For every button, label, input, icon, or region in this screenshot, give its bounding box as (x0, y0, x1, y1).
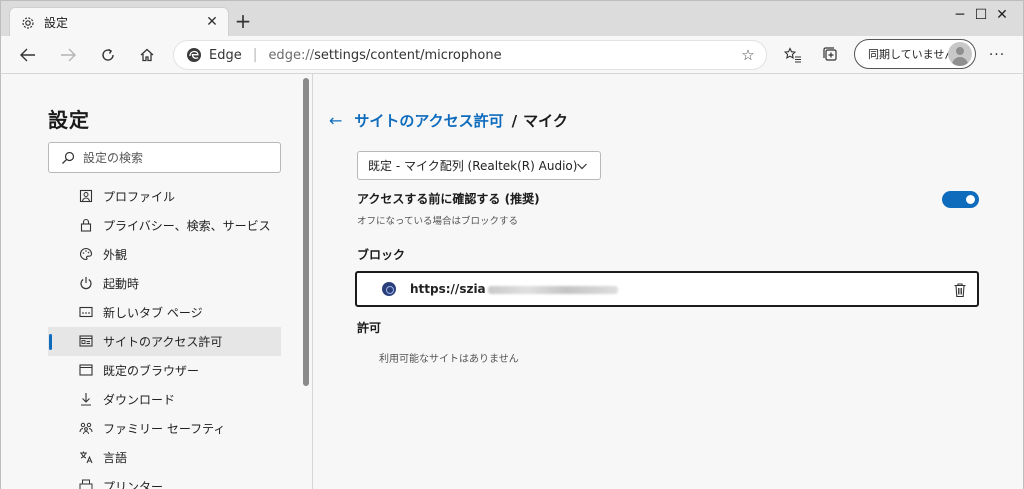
sidebar-item-newtab[interactable]: 新しいタブ ページ (48, 298, 281, 327)
toolbar: Edge | edge://settings/content/microphon… (0, 36, 1024, 74)
back-arrow-icon (20, 48, 35, 62)
address-separator: | (252, 47, 258, 63)
sidebar-item-label: 起動時 (103, 277, 140, 291)
sidebar-item-privacy[interactable]: プライバシー、検索、サービス (48, 211, 281, 240)
search-input[interactable] (83, 150, 263, 165)
sidebar-item-label: ファミリー セーフティ (103, 422, 226, 436)
settings-title: 設定 (48, 108, 90, 132)
back-arrow-icon[interactable]: ← (329, 111, 342, 130)
download-icon (79, 392, 93, 406)
allow-heading: 許可 (357, 321, 382, 335)
microphone-device-select[interactable]: 既定 - マイク配列 (Realtek(R) Audio) (357, 151, 601, 180)
language-icon (79, 450, 93, 464)
profile-sync-button[interactable]: 同期していません (854, 39, 976, 69)
title-bar: 設定 ✕ + ─ ☐ ✕ (0, 0, 1024, 37)
sidebar-item-appearance[interactable]: 外観 (48, 240, 281, 269)
favorite-star-icon[interactable]: ☆ (740, 46, 756, 64)
sidebar-item-label: サイトのアクセス許可 (103, 335, 223, 349)
trash-icon[interactable] (953, 282, 967, 298)
maximize-button[interactable]: ☐ (943, 3, 988, 27)
sidebar-item-label: 言語 (103, 451, 128, 465)
sidebar-item-languages[interactable]: 言語 (48, 443, 281, 472)
sync-label: 同期していません (868, 48, 956, 61)
block-heading: ブロック (357, 248, 406, 262)
site-permissions-icon (79, 334, 93, 348)
sidebar-item-label: 既定のブラウザー (103, 364, 200, 378)
browser-icon (79, 363, 93, 377)
tab-title: 設定 (44, 16, 69, 30)
settings-sidebar: 設定 プロファイル プライバシー、検索、サービス 外観 起動時 (1, 74, 301, 489)
refresh-icon (102, 48, 114, 61)
page-title: マイク (523, 112, 568, 130)
palette-icon (79, 247, 93, 261)
url-scheme: edge:// (268, 47, 315, 63)
forward-arrow-icon (61, 48, 76, 62)
avatar (948, 42, 972, 66)
sidebar-item-label: 外観 (103, 248, 128, 262)
toggle-knob (966, 195, 975, 204)
sidebar-item-default-browser[interactable]: 既定のブラウザー (48, 356, 281, 385)
collections-icon (823, 47, 837, 61)
url-path: settings/content/microphone (314, 47, 502, 63)
ask-before-access-subtitle: オフになっている場合はブロックする (357, 216, 519, 227)
breadcrumb-parent-link[interactable]: サイトのアクセス許可 (354, 110, 503, 131)
sidebar-item-printers[interactable]: プリンター (48, 472, 281, 489)
allow-empty-message: 利用可能なサイトはありません (379, 354, 519, 365)
sidebar-item-label: プライバシー、検索、サービス (103, 219, 271, 233)
microphone-settings: ← サイトのアクセス許可 / マイク 既定 - マイク配列 (Realtek(R… (313, 74, 1023, 489)
sidebar-scrollbar[interactable] (303, 78, 309, 386)
search-icon (62, 151, 75, 164)
home-button[interactable] (134, 43, 160, 67)
sidebar-item-label: ダウンロード (103, 393, 176, 407)
favorites-list-icon (784, 47, 801, 63)
breadcrumb: ← サイトのアクセス許可 / マイク (329, 110, 568, 131)
more-menu-button[interactable]: ··· (984, 43, 1010, 67)
sidebar-item-startup[interactable]: 起動時 (48, 269, 281, 298)
close-window-button[interactable]: ✕ (983, 3, 1021, 27)
sidebar-item-label: プリンター (103, 480, 164, 489)
ask-before-access-toggle[interactable] (942, 191, 979, 208)
settings-nav: プロファイル プライバシー、検索、サービス 外観 起動時 新しいタブ ページ サ… (48, 182, 281, 489)
redacted-url-part (487, 285, 618, 294)
device-select-value: 既定 - マイク配列 (Realtek(R) Audio) (368, 159, 578, 173)
refresh-button[interactable] (95, 43, 121, 67)
tab-settings[interactable]: 設定 ✕ (9, 7, 229, 37)
address-brand: Edge (209, 47, 242, 63)
favorites-button[interactable] (780, 43, 806, 67)
settings-search[interactable] (48, 142, 281, 173)
sidebar-item-label: プロファイル (103, 190, 176, 204)
close-tab-icon[interactable]: ✕ (204, 14, 220, 30)
blocked-site-url: https://szia (410, 282, 618, 296)
sidebar-item-downloads[interactable]: ダウンロード (48, 385, 281, 414)
new-tab-button[interactable]: + (233, 11, 253, 32)
collections-button[interactable] (818, 43, 844, 67)
edge-logo-icon (187, 48, 201, 62)
gear-icon (20, 15, 36, 31)
chevron-down-icon (577, 163, 587, 170)
newtab-icon (79, 305, 93, 319)
family-icon (79, 421, 93, 435)
lock-icon (79, 218, 93, 232)
blocked-site-row[interactable]: https://szia (355, 271, 979, 307)
address-bar[interactable]: Edge | edge://settings/content/microphon… (173, 40, 767, 70)
printer-icon (79, 479, 93, 489)
forward-button[interactable] (55, 43, 81, 67)
ask-before-access-title: アクセスする前に確認する (推奨) (357, 192, 540, 206)
home-icon (140, 48, 154, 62)
settings-page: 設定 プロファイル プライバシー、検索、サービス 外観 起動時 (0, 74, 1024, 489)
breadcrumb-separator: / (511, 111, 518, 130)
address-url: edge://settings/content/microphone (268, 48, 501, 63)
sidebar-item-family-safety[interactable]: ファミリー セーフティ (48, 414, 281, 443)
sidebar-item-profile[interactable]: プロファイル (48, 182, 281, 211)
profile-icon (79, 189, 93, 203)
site-favicon-icon (382, 282, 396, 296)
sidebar-item-site-permissions[interactable]: サイトのアクセス許可 (48, 327, 281, 356)
more-dots-icon: ··· (988, 47, 1006, 63)
power-icon (79, 276, 93, 290)
site-url-text: https://szia (410, 282, 486, 296)
back-button[interactable] (15, 43, 41, 67)
sidebar-item-label: 新しいタブ ページ (103, 306, 203, 320)
